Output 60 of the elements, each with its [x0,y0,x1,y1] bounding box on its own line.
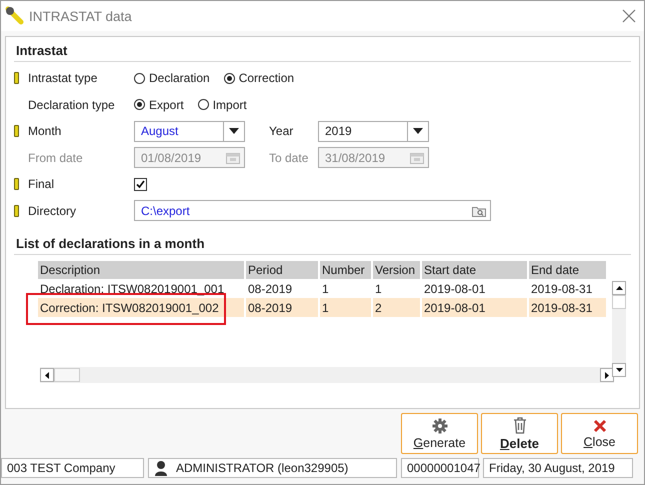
field-label: Declaration type [28,98,116,112]
table-cell: 2019-08-31 [529,298,606,317]
caret-icon [229,128,239,134]
table-cell-text: 2019-08-01 [423,280,486,298]
directory-field[interactable]: C:\export [134,200,491,222]
table-cell-text: 1 [321,280,330,298]
close-button[interactable]: Close [561,413,638,454]
caret-icon [413,128,423,134]
up-arrow-icon[interactable] [616,286,622,290]
column-header[interactable]: Period [246,261,318,279]
left-arrow-icon[interactable] [45,372,49,378]
close-icon[interactable] [622,9,636,23]
column-header[interactable]: Description [38,261,244,279]
scroll-thumb[interactable] [54,368,80,382]
table-cell: 2 [373,298,420,317]
delete-button[interactable]: Delete [481,413,558,454]
radio-option[interactable]: Import [198,98,247,112]
column-header[interactable]: Number [320,261,371,279]
field-label: Month [28,124,62,138]
table-cell-text: 1 [374,280,383,298]
wrench-icon [5,6,25,26]
field-label: To date [269,150,310,165]
down-arrow-icon[interactable] [616,368,622,372]
trash-icon [512,416,526,434]
field-label: Directory [28,204,78,218]
radio-option[interactable]: Declaration [134,71,210,86]
number-status: 00000001047 [401,458,479,478]
generate-button[interactable]: Generate [401,413,478,454]
field-label: From date [28,150,84,165]
column-header[interactable]: Version [373,261,420,279]
month-dropdown[interactable]: August [134,120,245,142]
radio-option[interactable]: Correction [224,71,294,86]
radio-option[interactable]: Export [134,98,184,112]
section-title: Intrastat [14,41,631,62]
vertical-scrollbar[interactable] [612,281,626,377]
table-cell: 2019-08-01 [422,298,527,317]
section-title: List of declarations in a month [14,234,631,255]
right-arrow-icon[interactable] [605,372,609,378]
company-status: 003 TEST Company [1,458,144,478]
table-cell: 08-2019 [246,298,318,317]
gear-icon [432,418,448,434]
table-cell-text: 08-2019 [247,280,294,298]
field-label: Final [28,177,56,192]
horizontal-scrollbar[interactable] [40,367,614,383]
folder-search-icon[interactable] [472,204,486,217]
table-cell-text: 2019-08-31 [530,280,594,298]
table-cell-text: Declaration: ITSW082019001_001 [39,280,226,298]
window-title: INTRASTAT data [29,8,133,24]
close-icon [592,418,606,432]
scroll-thumb[interactable] [612,295,626,309]
user-status: ADMINISTRATOR (leon329905) [176,461,348,475]
field-label: Intrastat type [28,71,98,86]
date-status: Friday, 30 August, 2019 [483,458,633,478]
user-icon [154,460,168,476]
year-dropdown[interactable]: 2019 [318,120,429,142]
field-label: Year [269,124,294,138]
column-header[interactable]: End date [529,261,606,279]
checkbox[interactable] [134,178,147,191]
column-header[interactable]: Start date [422,261,527,279]
table-cell: 1 [320,298,371,317]
